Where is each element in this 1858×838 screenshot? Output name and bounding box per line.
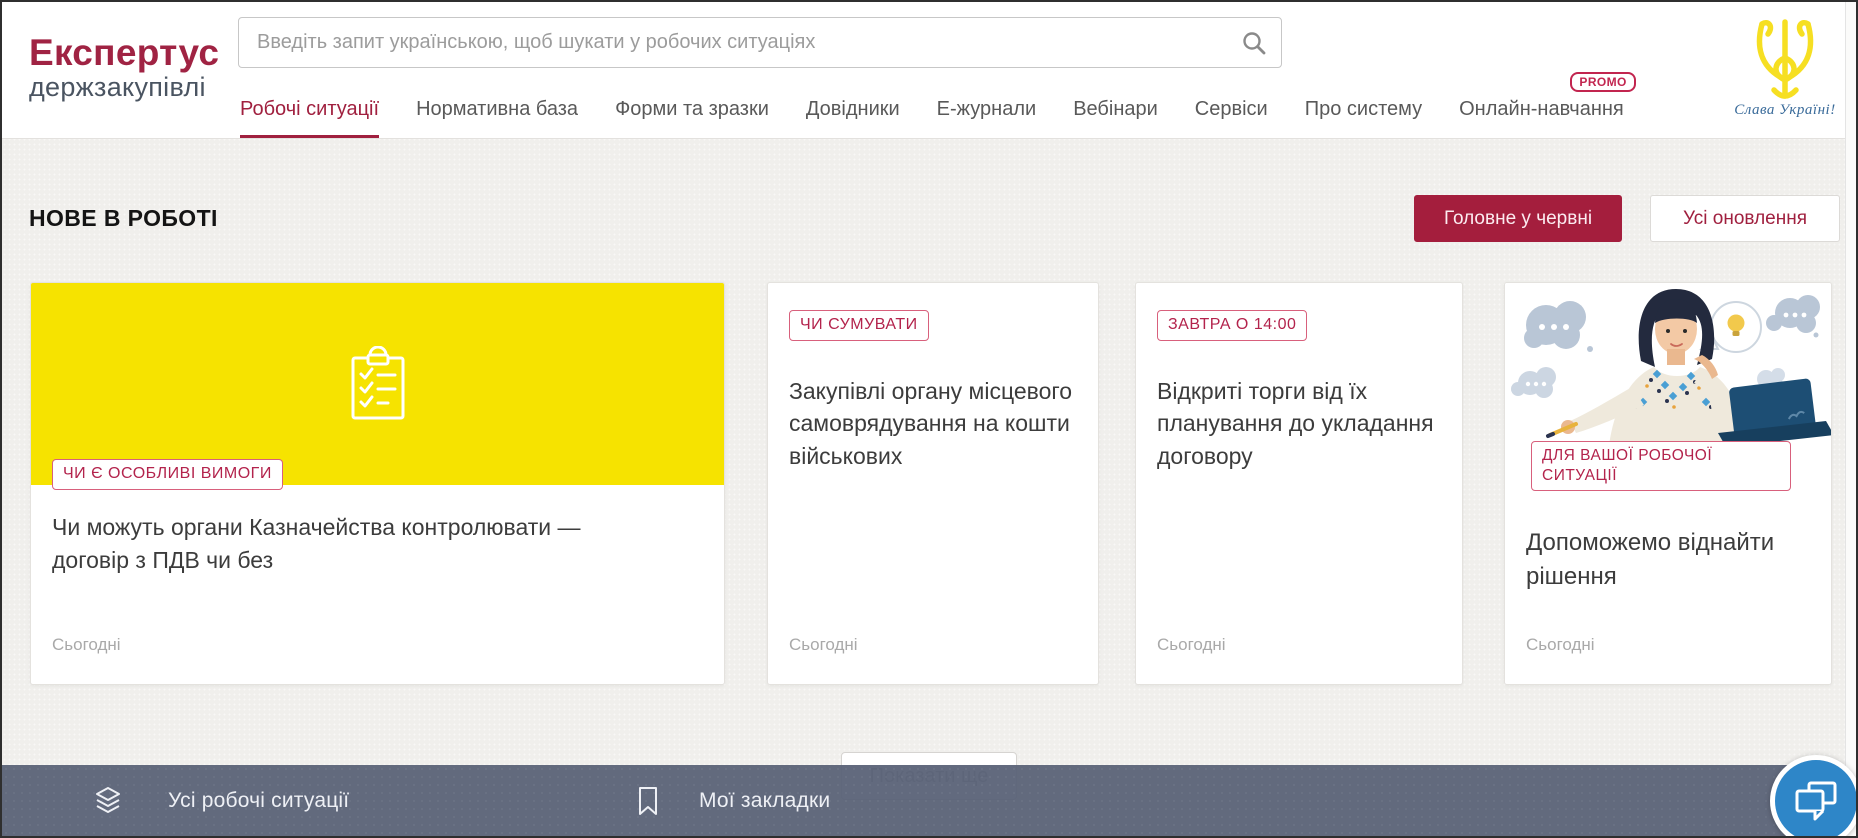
all-updates-button[interactable]: Усі оновлення [1650,195,1840,242]
search-icon[interactable] [1241,30,1267,56]
bar-item-label: Усі робочі ситуації [168,789,349,813]
nav-item-robochi-sytuatsii[interactable]: Робочі ситуації [240,98,379,138]
woman-with-laptop-illustration [1505,283,1831,455]
card-date: Сьогодні [789,635,858,655]
card-badge: ДЛЯ ВАШОЇ РОБОЧОЇ СИТУАЦІЇ [1531,441,1791,491]
card-banner [31,283,724,485]
main-nav: Робочі ситуації Нормативна база Форми та… [240,98,1624,138]
clipboard-checklist-icon [349,346,407,422]
card-date: Сьогодні [1157,635,1226,655]
chat-button[interactable] [1770,755,1858,838]
card-badge: ЗАВТРА О 14:00 [1157,310,1307,341]
bottom-toolbar: Усі робочі ситуації Мої закладки [2,765,1846,836]
all-work-situations-link[interactable]: Усі робочі ситуації [94,765,349,836]
promo-badge: PROMO [1570,72,1635,92]
card-badge: ЧИ СУМУВАТИ [789,310,929,341]
nav-item-dovidnyky[interactable]: Довідники [806,98,900,138]
card-date: Сьогодні [1526,635,1595,655]
card-date: Сьогодні [52,635,121,655]
news-card-illustrated[interactable]: ДЛЯ ВАШОЇ РОБОЧОЇ СИТУАЦІЇ Допоможемо ві… [1504,282,1832,685]
nav-item-normatyvna-baza[interactable]: Нормативна база [416,98,578,138]
nav-item-online-navchannia-wrap: Онлайн-навчання PROMO [1459,98,1624,138]
my-bookmarks-link[interactable]: Мої закладки [637,765,830,836]
header: Експертус держзакупівлі Робочі ситуації … [2,2,1846,139]
card-title: Чи можуть органи Казначейства контролюва… [52,511,652,576]
brand-title: Експертус [29,33,219,72]
bookmark-icon [637,786,659,816]
news-card[interactable]: ЧИ СУМУВАТИ Закупівлі органу місцевого с… [767,282,1099,685]
layers-icon [94,786,122,816]
slogan-text: Слава Україні! [1724,102,1846,119]
nav-item-servisy[interactable]: Сервіси [1195,98,1268,138]
chat-icon [1793,779,1839,823]
card-title: Допоможемо віднайти рішення [1526,526,1812,594]
nav-item-formy-ta-zrazky[interactable]: Форми та зразки [615,98,769,138]
search-bar [238,17,1282,68]
news-card[interactable]: ЗАВТРА О 14:00 Відкриті торги від їх пла… [1135,282,1463,685]
search-input[interactable] [239,18,1281,67]
nav-item-online-navchannia[interactable]: Онлайн-навчання [1459,98,1624,138]
nav-item-e-zhurnaly[interactable]: Е-журнали [937,98,1037,138]
card-title: Відкриті торги від їх планування до укла… [1157,375,1441,473]
bar-item-label: Мої закладки [699,789,830,813]
page-scrollbar[interactable] [1845,2,1856,836]
card-badge: ЧИ Є ОСОБЛИВІ ВИМОГИ [52,459,283,490]
patriot-emblem: Слава Україні! [1724,18,1846,119]
brand-logo[interactable]: Експертус держзакупівлі [29,33,219,102]
nav-item-pro-systemu[interactable]: Про систему [1305,98,1422,138]
app-window: Експертус держзакупівлі Робочі ситуації … [0,0,1858,838]
card-title: Закупівлі органу місцевого самоврядуванн… [789,375,1077,473]
trident-icon [1748,18,1822,100]
brand-subtitle: держзакупівлі [29,73,219,102]
nav-item-vebinary[interactable]: Вебінари [1073,98,1158,138]
news-card-featured[interactable]: ЧИ Є ОСОБЛИВІ ВИМОГИ Чи можуть органи Ка… [30,282,725,685]
page-title: НОВЕ В РОБОТІ [29,205,218,232]
month-highlights-button[interactable]: Головне у червні [1414,195,1622,242]
